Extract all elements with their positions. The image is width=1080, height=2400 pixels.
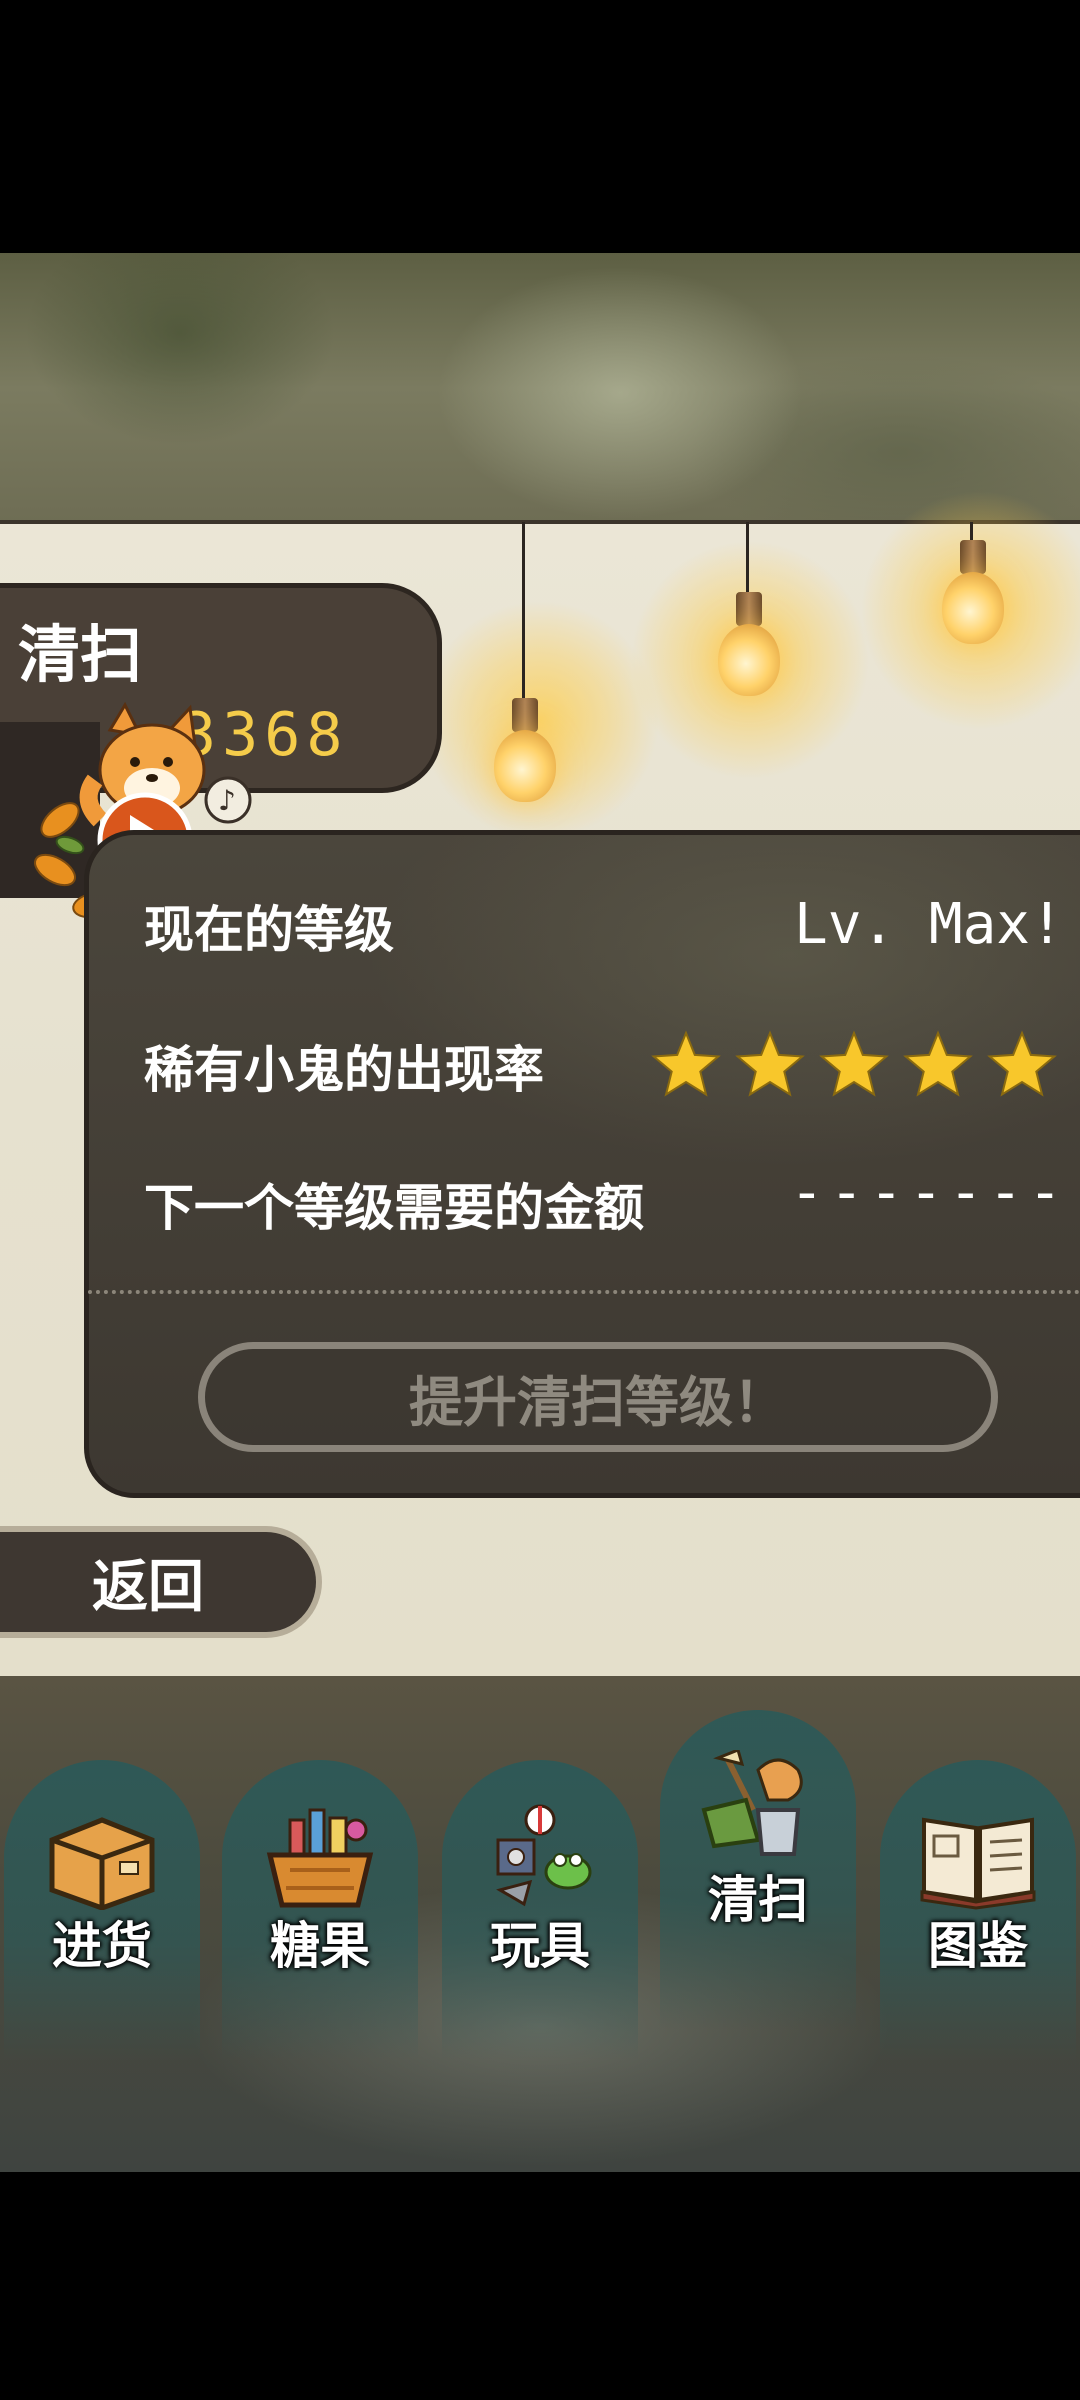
bulb-cap — [512, 698, 538, 732]
nav-tab-stock[interactable]: 进货 — [4, 1760, 200, 2060]
nav-tab-label: 图鉴 — [928, 1917, 1028, 1975]
star-icon — [819, 1030, 889, 1097]
star-icon — [903, 1030, 973, 1097]
upgrade-button-label: 提升清扫等级！ — [409, 1370, 787, 1434]
next-level-cost-value: ------- — [790, 1160, 1069, 1225]
star-icon — [651, 1030, 721, 1097]
forest-background — [0, 253, 1080, 523]
current-level-value: Lv. Max! — [794, 892, 1064, 957]
light-bulb-icon — [718, 624, 780, 696]
upgrade-cleaning-level-button[interactable]: 提升清扫等级！ — [198, 1342, 998, 1452]
light-glow — [420, 600, 660, 840]
nav-tab-label: 糖果 — [270, 1917, 370, 1975]
light-bulb-icon — [494, 730, 556, 802]
bulb-cap — [960, 540, 986, 574]
next-level-cost-label: 下一个等级需要的金额 — [144, 1179, 644, 1237]
rare-rate-stars — [650, 1025, 1070, 1105]
nav-tab-label: 玩具 — [490, 1917, 590, 1975]
star-icon — [735, 1030, 805, 1097]
nav-tab-cleaning[interactable]: 清扫 — [660, 1710, 856, 2030]
light-bulb-icon — [942, 572, 1004, 644]
nav-tab-label: 清扫 — [708, 1871, 808, 1929]
bulb-wire — [970, 522, 973, 542]
bulb-wire — [522, 522, 525, 702]
nav-tab-label: 进货 — [52, 1917, 152, 1975]
panel-divider — [88, 1290, 1080, 1294]
current-level-label: 现在的等级 — [144, 901, 394, 959]
broom-duster-icon — [701, 1750, 803, 1856]
page-title: 清扫 — [18, 618, 143, 691]
back-button-label: 返回 — [92, 1554, 204, 1620]
svg-text:♪: ♪ — [218, 784, 236, 817]
nav-tab-toys[interactable]: 玩具 — [442, 1760, 638, 2060]
candy-basket-icon — [266, 1808, 374, 1908]
nav-tab-encyclopedia[interactable]: 图鉴 — [880, 1760, 1076, 2060]
cardboard-box-icon — [49, 1817, 155, 1910]
nav-tab-candy[interactable]: 糖果 — [222, 1760, 418, 2060]
bulb-wire — [746, 522, 749, 594]
open-book-icon — [920, 1817, 1036, 1910]
star-icon — [987, 1030, 1057, 1097]
bulb-cap — [736, 592, 762, 626]
toys-icon — [496, 1804, 592, 1907]
rare-rate-label: 稀有小鬼的出现率 — [144, 1041, 544, 1099]
back-button[interactable]: 返回 — [0, 1526, 322, 1638]
